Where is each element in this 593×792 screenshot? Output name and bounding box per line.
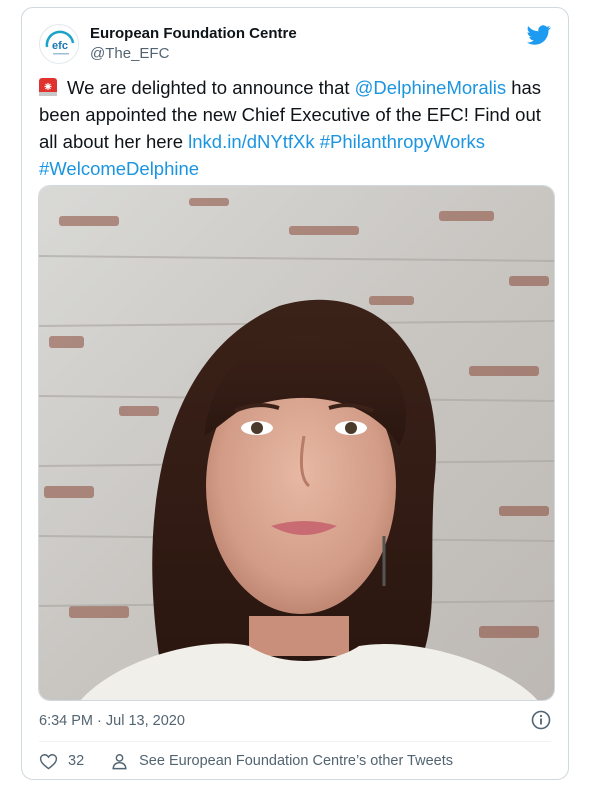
- divider: [39, 741, 551, 742]
- siren-emoji-icon: [39, 78, 57, 96]
- tweet-card[interactable]: efc European Foundation Centre @The_EFC …: [21, 7, 569, 780]
- person-icon[interactable]: [110, 752, 129, 771]
- tweet-header: efc European Foundation Centre @The_EFC: [39, 21, 551, 71]
- tweet-text-intro: We are delighted to announce that: [67, 77, 355, 98]
- other-tweets-link[interactable]: See European Foundation Centre’s other T…: [139, 753, 453, 769]
- hashtag-welcomedelphine[interactable]: #WelcomeDelphine: [39, 158, 199, 179]
- tweet-timestamp[interactable]: 6:34 PM · Jul 13, 2020: [39, 711, 185, 731]
- avatar[interactable]: efc: [39, 24, 79, 64]
- tweet-text: We are delighted to announce that @Delph…: [39, 74, 554, 182]
- author-block[interactable]: European Foundation Centre @The_EFC: [90, 24, 297, 63]
- hashtag-philanthropyworks[interactable]: #PhilanthropyWorks: [320, 131, 485, 152]
- like-count[interactable]: 32: [68, 753, 84, 769]
- tweet-actions: 32 See European Foundation Centre’s othe…: [39, 750, 453, 772]
- author-handle[interactable]: @The_EFC: [90, 44, 297, 63]
- info-icon[interactable]: [531, 710, 551, 730]
- avatar-logo-text: efc: [52, 40, 68, 52]
- tweet-photo[interactable]: [38, 185, 555, 701]
- short-link[interactable]: lnkd.in/dNYtfXk: [188, 131, 314, 152]
- heart-icon[interactable]: [39, 752, 58, 771]
- portrait-photo: [39, 186, 554, 700]
- author-name[interactable]: European Foundation Centre: [90, 24, 297, 43]
- twitter-bird-icon[interactable]: [527, 23, 551, 47]
- efc-logo: efc: [41, 26, 78, 63]
- mention-link[interactable]: @DelphineMoralis: [355, 77, 506, 98]
